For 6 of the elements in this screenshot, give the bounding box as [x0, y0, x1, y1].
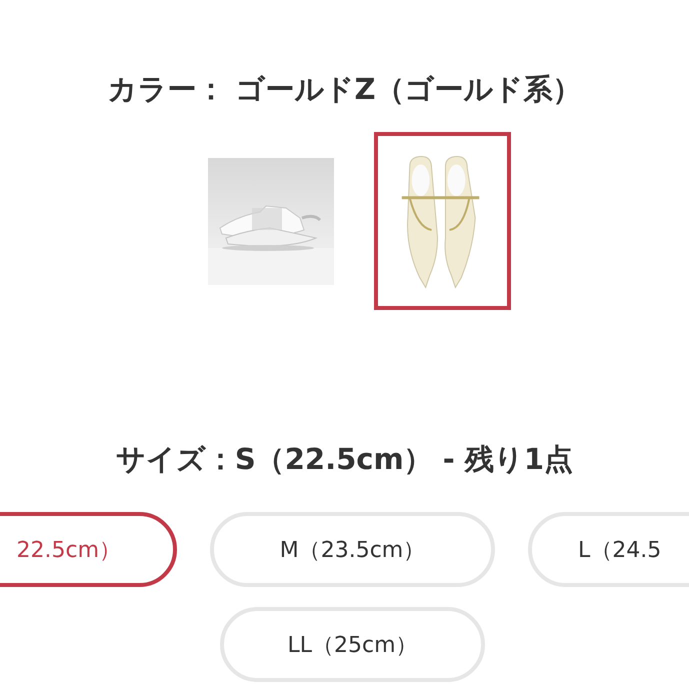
size-option[interactable]: M（23.5cm）: [210, 512, 495, 587]
size-heading: サイズ：S（22.5cm） - 残り1点: [114, 441, 574, 478]
size-option[interactable]: 22.5cm）: [0, 512, 177, 587]
color-heading: カラー： ゴールドZ（ゴールド系）: [106, 71, 583, 108]
size-option[interactable]: LL（25cm）: [220, 607, 485, 682]
size-option[interactable]: L（24.5: [528, 512, 689, 587]
